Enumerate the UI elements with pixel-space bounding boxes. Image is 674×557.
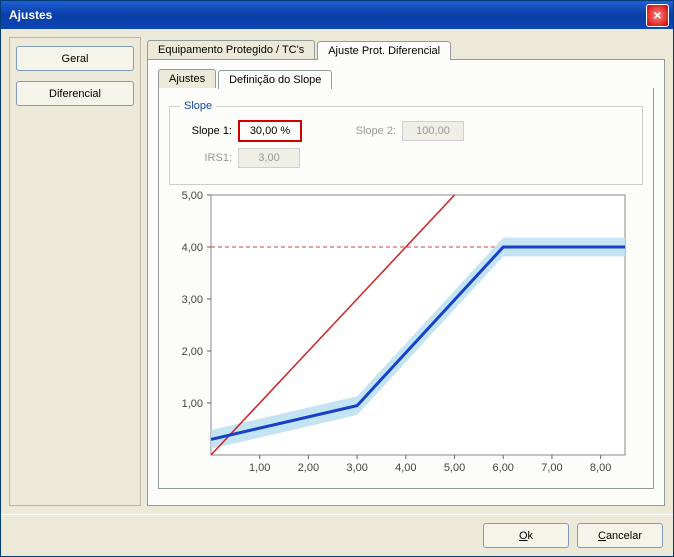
subtab-slope[interactable]: Definição do Slope — [218, 70, 332, 89]
svg-text:1,00: 1,00 — [249, 462, 270, 474]
svg-text:8,00: 8,00 — [590, 462, 611, 474]
slope-legend: Slope — [180, 100, 216, 112]
tab-page: Ajustes Definição do Slope Slope Slope 1… — [147, 59, 665, 506]
svg-text:4,00: 4,00 — [395, 462, 416, 474]
titlebar: Ajustes × — [1, 1, 673, 29]
svg-text:5,00: 5,00 — [444, 462, 465, 474]
slope2-input: 100,00 — [402, 121, 464, 141]
footer: Ok Cancelar — [1, 514, 673, 556]
slope1-input[interactable]: 30,00 % — [238, 120, 302, 142]
svg-text:5,00: 5,00 — [182, 190, 203, 202]
diferencial-button[interactable]: Diferencial — [16, 81, 134, 106]
svg-text:2,00: 2,00 — [298, 462, 319, 474]
svg-text:3,00: 3,00 — [182, 294, 203, 306]
irs1-input: 3,00 — [238, 148, 300, 168]
irs1-label: IRS1: — [180, 152, 232, 164]
svg-text:1,00: 1,00 — [182, 398, 203, 410]
close-icon[interactable]: × — [646, 4, 669, 27]
chart-svg: 1,00 2,00 3,00 4,00 5,00 1,00 2,00 3,00 4,00 5,00… — [165, 189, 635, 479]
slope-fieldset: Slope Slope 1: 30,00 % Slope 2: 100,00 I… — [169, 100, 643, 185]
tab-ajuste-diferencial[interactable]: Ajuste Prot. Diferencial — [317, 41, 451, 60]
slope-chart: 1,00 2,00 3,00 4,00 5,00 1,00 2,00 3,00 4,00 5,00… — [165, 189, 637, 482]
ok-button[interactable]: Ok — [483, 523, 569, 548]
slope1-label: Slope 1: — [180, 125, 232, 137]
svg-text:2,00: 2,00 — [182, 346, 203, 358]
svg-text:6,00: 6,00 — [493, 462, 514, 474]
main-tabs: Equipamento Protegido / TC's Ajuste Prot… — [147, 37, 665, 59]
category-panel: Geral Diferencial — [9, 37, 141, 506]
sub-tabs: Ajustes Definição do Slope — [158, 68, 654, 88]
svg-text:3,00: 3,00 — [346, 462, 367, 474]
svg-text:7,00: 7,00 — [541, 462, 562, 474]
tab-equip[interactable]: Equipamento Protegido / TC's — [147, 40, 315, 59]
dialog-window: Ajustes × Geral Diferencial Equipamento … — [0, 0, 674, 557]
geral-button[interactable]: Geral — [16, 46, 134, 71]
svg-text:4,00: 4,00 — [182, 242, 203, 254]
cancel-button[interactable]: Cancelar — [577, 523, 663, 548]
window-title: Ajustes — [9, 8, 52, 22]
subtab-ajustes[interactable]: Ajustes — [158, 69, 216, 88]
slope2-label: Slope 2: — [344, 125, 396, 137]
